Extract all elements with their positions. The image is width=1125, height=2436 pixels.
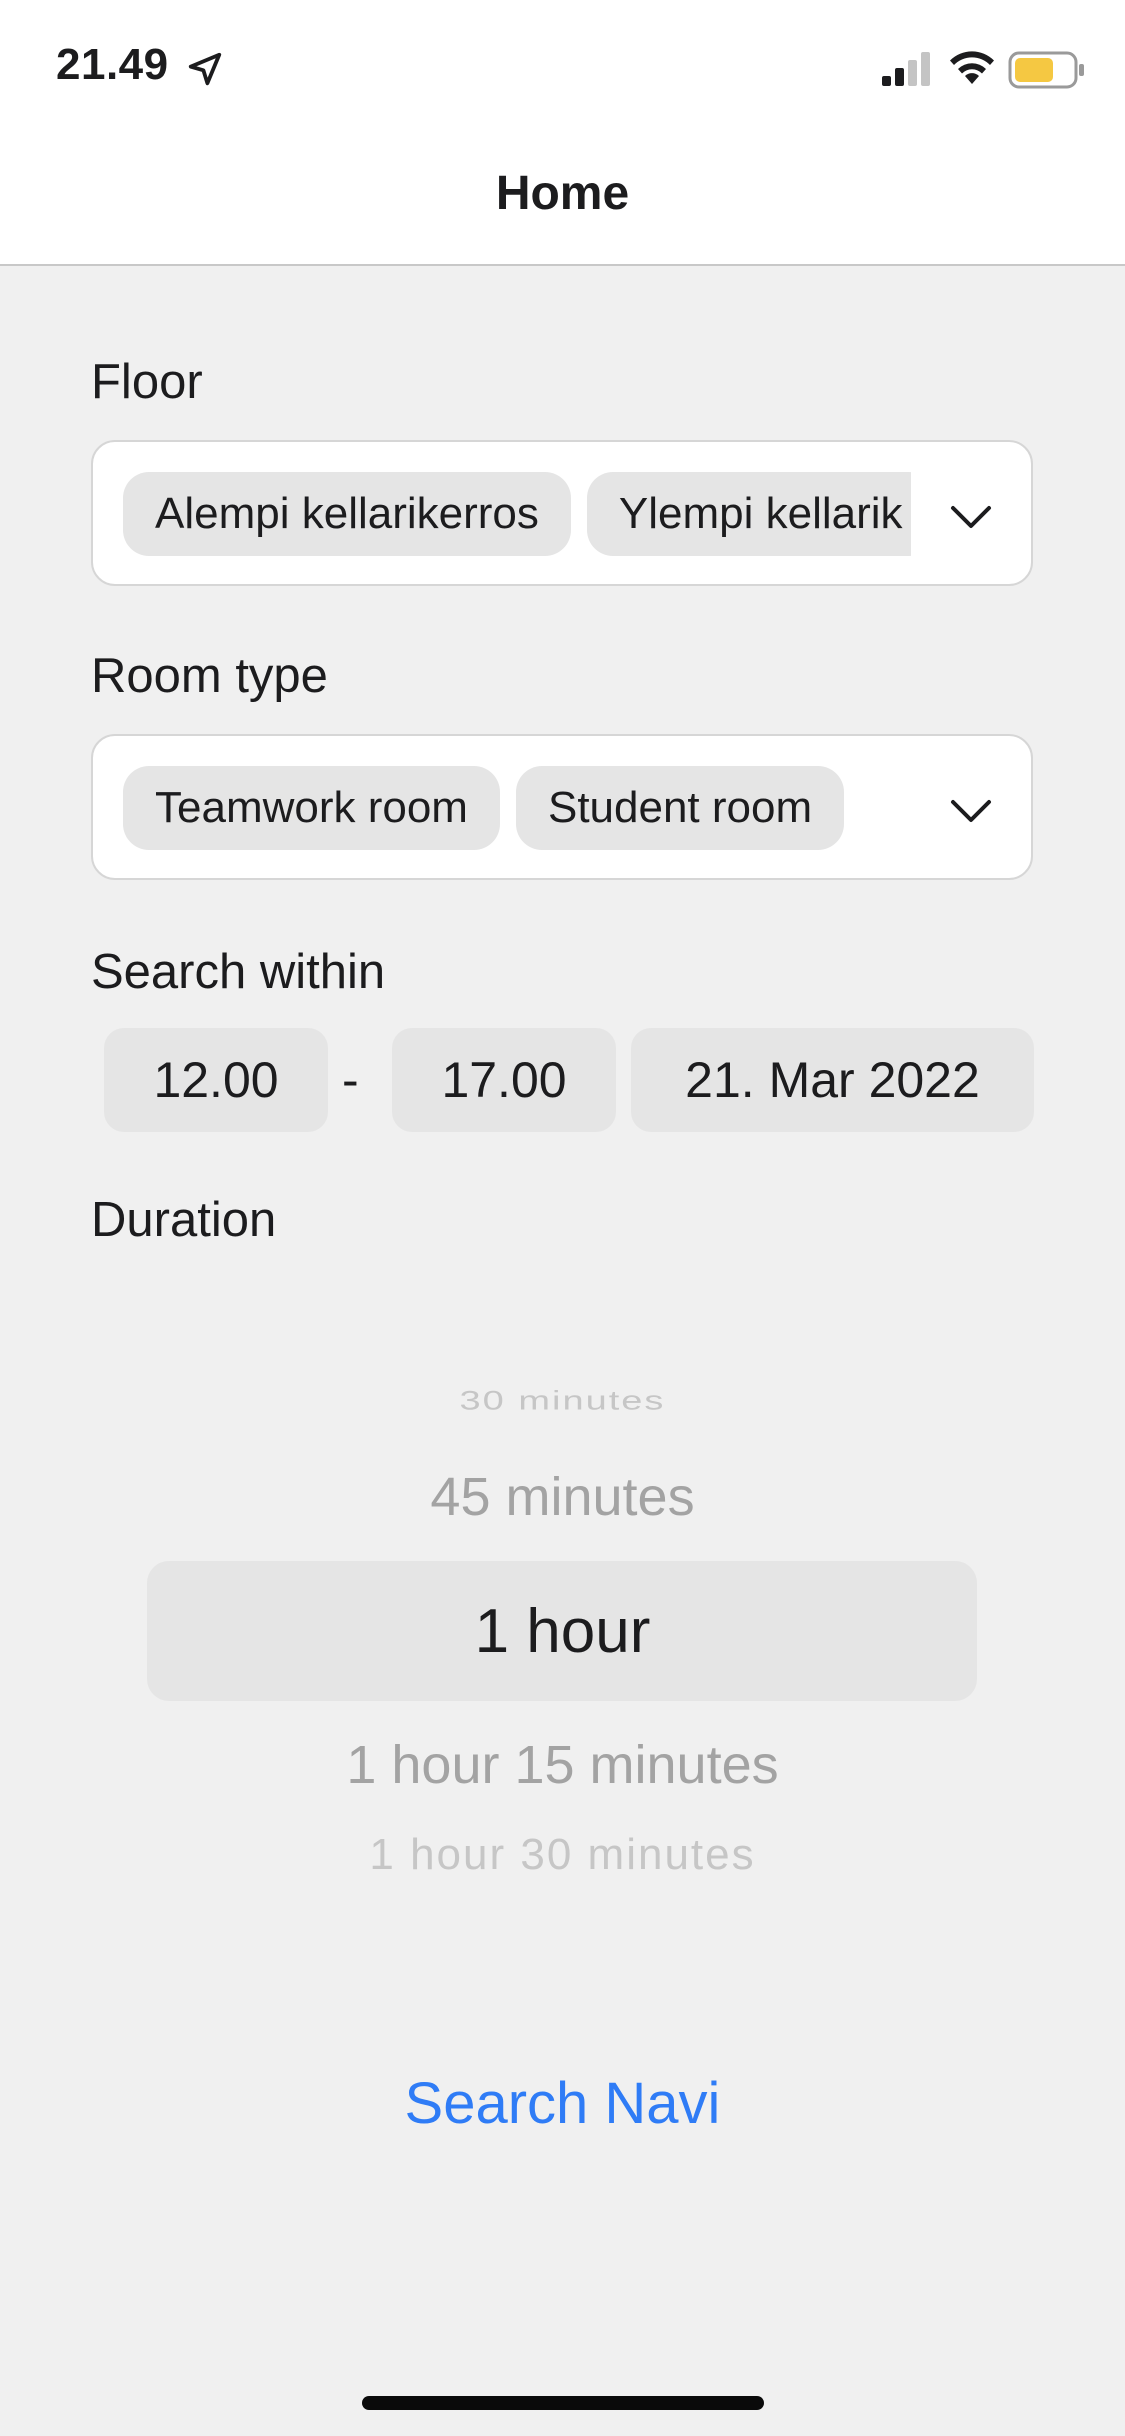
floor-label: Floor — [91, 355, 203, 409]
status-time: 21.49 — [56, 40, 169, 89]
duration-label: Duration — [91, 1193, 277, 1247]
picker-selected-option[interactable]: 1 hour — [0, 1596, 1125, 1667]
picker-option[interactable]: 1 hour 30 minutes — [0, 1836, 1125, 1874]
room-type-label: Room type — [91, 649, 328, 703]
page-title: Home — [495, 167, 630, 220]
date-button[interactable]: 21. Mar 2022 — [631, 1028, 1034, 1132]
picker-option[interactable]: 45 minutes — [0, 1466, 1125, 1528]
search-navi-button[interactable]: Search Navi — [0, 2070, 1125, 2137]
floor-select[interactable]: Alempi kellarikerros Ylempi kellarik — [91, 440, 1033, 586]
room-type-chip-list: Teamwork room Student room — [123, 766, 911, 850]
floor-chip[interactable]: Alempi kellarikerros — [123, 472, 571, 556]
top-bar: 21.49 Home — [0, 0, 1125, 266]
picker-option[interactable]: 1 hour 15 minutes — [0, 1734, 1125, 1796]
room-type-chip[interactable]: Student room — [515, 766, 845, 850]
wifi-icon — [950, 51, 994, 84]
time-range-separator: - — [342, 1052, 359, 1108]
home-indicator[interactable] — [362, 2396, 764, 2410]
floor-chip-list: Alempi kellarikerros Ylempi kellarik — [123, 472, 911, 556]
chevron-down-icon[interactable] — [947, 786, 995, 834]
battery-icon — [1008, 51, 1084, 89]
picker-option-label: 1 hour 30 minutes — [369, 1836, 756, 1874]
search-within-label: Search within — [91, 945, 386, 999]
end-time-button[interactable]: 17.00 — [392, 1028, 616, 1132]
location-arrow-icon — [188, 52, 222, 86]
home-screen: 21.49 Home Floor Alempi kellarikerros Yl… — [0, 0, 1125, 2436]
room-type-chip[interactable]: Teamwork room — [123, 766, 500, 850]
room-type-select[interactable]: Teamwork room Student room — [91, 734, 1033, 880]
start-time-button[interactable]: 12.00 — [104, 1028, 328, 1132]
cellular-signal-icon — [882, 52, 930, 86]
chevron-down-icon[interactable] — [947, 492, 995, 540]
floor-chip[interactable]: Ylempi kellarik — [586, 472, 911, 556]
picker-option[interactable]: 30 minutes — [0, 1386, 1125, 1416]
